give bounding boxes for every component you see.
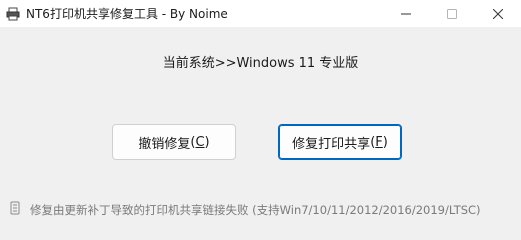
close-icon bbox=[493, 8, 503, 19]
minimize-button[interactable] bbox=[383, 0, 429, 27]
grip-icon bbox=[8, 200, 22, 216]
window-title: NT6打印机共享修复工具 - By Noime bbox=[26, 7, 228, 21]
fix-print-share-label: 修复打印共享 bbox=[292, 136, 371, 152]
app-window: NT6打印机共享修复工具 - By Noime 当前系统>>Windows 11… bbox=[0, 0, 521, 235]
maximize-icon bbox=[447, 8, 457, 19]
undo-hotkey: C bbox=[195, 134, 205, 150]
undo-repair-label: 撤销修复 bbox=[138, 136, 191, 152]
fix-hotkey: F bbox=[375, 134, 383, 150]
title-bar[interactable]: NT6打印机共享修复工具 - By Noime bbox=[0, 0, 521, 27]
fix-print-share-button[interactable]: 修复打印共享(F) bbox=[278, 124, 402, 160]
maximize-button[interactable] bbox=[429, 0, 475, 27]
undo-repair-button[interactable]: 撤销修复(C) bbox=[112, 124, 236, 160]
close-button[interactable] bbox=[475, 0, 521, 27]
minimize-icon bbox=[401, 13, 411, 14]
footer-description: 修复由更新补丁导致的打印机共享链接失败 (支持Win7/10/11/2012/2… bbox=[30, 203, 481, 217]
printer-app-icon bbox=[6, 6, 20, 21]
current-system-label: 当前系统>>Windows 11 专业版 bbox=[162, 56, 359, 71]
